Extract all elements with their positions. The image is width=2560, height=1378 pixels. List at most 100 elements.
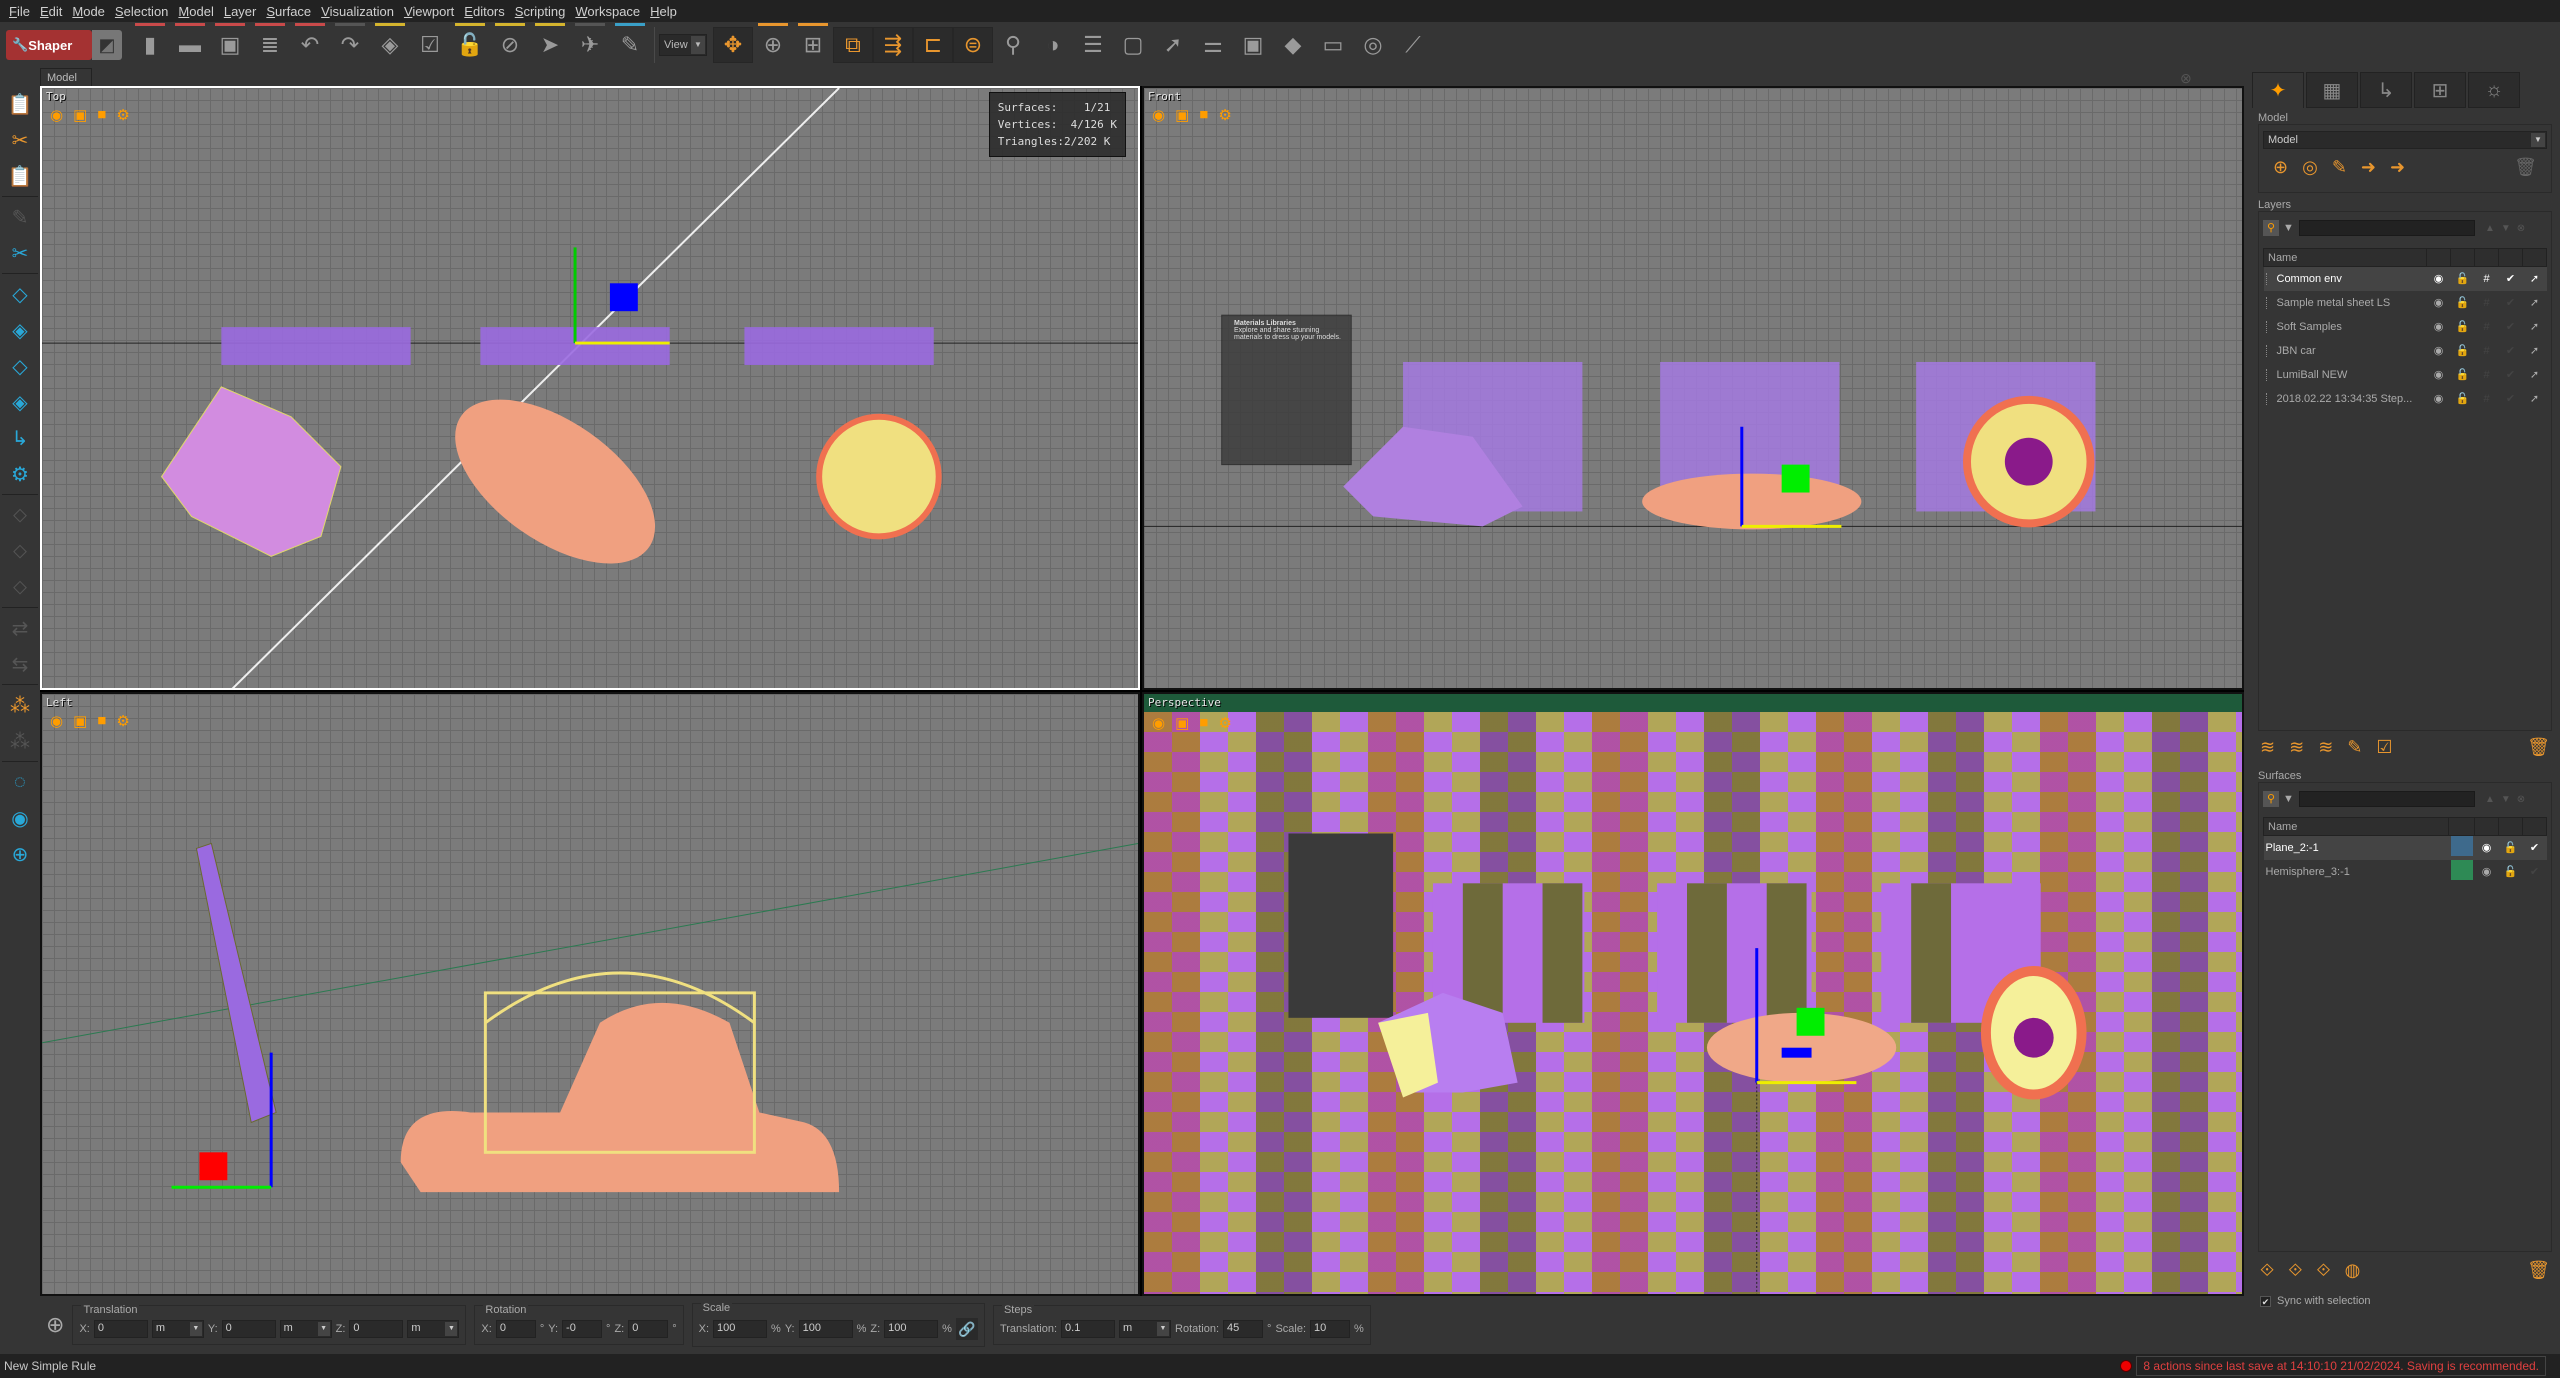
model-select[interactable]: Model ▼	[2263, 131, 2547, 149]
camera-icon[interactable]: ▣	[73, 712, 87, 730]
translation-y-unit[interactable]: m ▼	[279, 1320, 332, 1338]
lock-icon[interactable]: 🔓	[2498, 835, 2523, 860]
trash-icon[interactable]: 🗑	[2514, 157, 2537, 178]
camera-icon[interactable]: ▣	[1175, 714, 1189, 732]
step-scale-input[interactable]: 10	[1310, 1320, 1351, 1338]
hash-icon[interactable]: #	[2475, 339, 2499, 363]
active-check-icon[interactable]: ✔	[2499, 387, 2523, 411]
layer-row[interactable]: 2018.02.22 13:34:35 Step... ◉ 🔓 # ✔ ➚	[2264, 387, 2547, 411]
search-icon[interactable]: ⚲	[2263, 220, 2279, 236]
layer-row[interactable]: JBN car ◉ 🔓 # ✔ ➚	[2264, 339, 2547, 363]
viewport-front[interactable]: Front ◉ ▣ ■ ⚙ Materials Libraries Explore a…	[1142, 86, 2244, 690]
world-transform-icon[interactable]: ⊕	[46, 1312, 64, 1338]
save-as-button[interactable]: ≣	[250, 23, 290, 63]
link-hierarchy-button[interactable]: ⧉	[833, 27, 873, 63]
add-surface-icon[interactable]: ⟐	[2260, 1260, 2274, 1281]
eye-icon[interactable]: ◉	[50, 712, 63, 730]
pointer-button[interactable]: ➤	[530, 23, 570, 63]
flip-normal-icon[interactable]: ◇	[3, 276, 37, 312]
surface-layer-icon[interactable]: ⟐	[2288, 1260, 2302, 1281]
viewport-top[interactable]: Top ◉ ▣ ■ ⚙ Surfaces: 1/21 Vertices: 4/126 …	[40, 86, 1140, 690]
scale-z-input[interactable]: 100	[884, 1320, 939, 1338]
hash-icon[interactable]: #	[2475, 363, 2499, 387]
active-check-icon[interactable]: ✔	[2499, 363, 2523, 387]
menu-edit[interactable]: Edit	[35, 4, 67, 19]
menu-help[interactable]: Help	[645, 4, 682, 19]
surface-color-swatch[interactable]	[2450, 860, 2473, 880]
eye-icon[interactable]: ◉	[2475, 860, 2499, 884]
scale-x-input[interactable]: 100	[713, 1320, 768, 1338]
shaper-mode-button[interactable]: 🔧 Shaper	[6, 30, 92, 60]
add-patch-icon[interactable]: ⬦	[3, 497, 37, 533]
airplane-button[interactable]: ✈	[570, 23, 610, 63]
select-objects-icon[interactable]: ➚	[2523, 315, 2547, 339]
eye-icon[interactable]: ◉	[1152, 714, 1165, 732]
tab-model[interactable]: Model	[40, 68, 92, 86]
filter-icon[interactable]: ▼	[2283, 793, 2295, 805]
cube-icon[interactable]: ■	[97, 106, 106, 124]
deselect-button[interactable]: ⊘	[490, 23, 530, 63]
add-layer-copy-icon[interactable]: ≋	[2318, 737, 2333, 758]
eye-icon[interactable]: ◉	[2427, 315, 2451, 339]
eye-icon[interactable]: ◉	[2474, 835, 2499, 860]
lock-icon[interactable]: 🔓	[2451, 339, 2475, 363]
step-translation-input[interactable]: 0.1	[1061, 1320, 1116, 1338]
edit-layer-icon[interactable]: ✎	[2347, 737, 2362, 758]
tag-button[interactable]: ◆	[1273, 27, 1313, 63]
scale-y-input[interactable]: 100	[798, 1320, 853, 1338]
surface-row[interactable]: Plane_2:-1 ◉ 🔓 ✔	[2263, 835, 2547, 860]
cut-edge-icon[interactable]: ✂	[3, 235, 37, 271]
lock-icon[interactable]: 🔓	[2450, 266, 2475, 291]
random-color-icon[interactable]: ◍	[2345, 1260, 2361, 1281]
close-panel-icon[interactable]: ⊗	[2180, 70, 2192, 87]
check-icon[interactable]: ✔	[2523, 860, 2547, 884]
group-nodes-icon[interactable]: ⁂	[3, 687, 37, 723]
active-check-icon[interactable]: ✔	[2498, 266, 2523, 291]
surfaces-search-input[interactable]	[2299, 791, 2475, 807]
world-axis-button[interactable]: ⊕	[753, 23, 793, 63]
select-objects-icon[interactable]: ➚	[2523, 363, 2547, 387]
hierarchy-axis-button[interactable]: ⊞	[793, 23, 833, 63]
paste-disabled-icon[interactable]: 📋	[3, 158, 37, 194]
remove-patch-icon[interactable]: ⬦	[3, 533, 37, 569]
trash-icon[interactable]: 🗑	[2527, 1260, 2550, 1281]
select-objects-icon[interactable]: ➚	[2522, 266, 2547, 291]
surfaces-nav-arrows[interactable]: ▲▼⊗	[2485, 794, 2531, 805]
active-check-icon[interactable]: ✔	[2499, 291, 2523, 315]
ruler-button[interactable]: ▭	[1313, 27, 1353, 63]
tab-model-organizer[interactable]: ✦	[2252, 72, 2304, 108]
mode-switch-button[interactable]: ◩	[92, 30, 122, 60]
menu-surface[interactable]: Surface	[261, 4, 316, 19]
filter-icon[interactable]: ▼	[2283, 222, 2295, 234]
step-rotation-input[interactable]: 45	[1223, 1320, 1264, 1338]
layer-pin-button[interactable]: ⚲	[993, 27, 1033, 63]
import-model-icon[interactable]: ➜	[2361, 157, 2376, 178]
add-model-icon[interactable]: ⊕	[2273, 157, 2288, 178]
surface-help-icon[interactable]: ⟐	[2316, 1260, 2330, 1281]
select-objects-icon[interactable]: ➚	[2523, 291, 2547, 315]
paste-icon[interactable]: 📋	[3, 86, 37, 122]
cursor-button[interactable]: ➚	[1153, 27, 1193, 63]
translation-z-input[interactable]: 0	[349, 1320, 404, 1338]
rotation-z-input[interactable]: 0	[628, 1320, 669, 1338]
undo-button[interactable]: ↶	[290, 23, 330, 63]
translation-z-unit[interactable]: m ▼	[407, 1320, 460, 1338]
eye-icon[interactable]: ◉	[50, 106, 63, 124]
cube-icon[interactable]: ■	[1199, 106, 1208, 124]
rotation-y-input[interactable]: -0	[562, 1320, 603, 1338]
eye-icon[interactable]: ◉	[2427, 291, 2451, 315]
menu-viewport[interactable]: Viewport	[399, 4, 459, 19]
layer-row[interactable]: Common env ◉ 🔓 # ✔ ➚	[2263, 266, 2547, 291]
merge-icon[interactable]: ⇄	[3, 610, 37, 646]
gizmo-plane-handle[interactable]	[609, 283, 638, 312]
duplicate-model-icon[interactable]: ◎	[2302, 157, 2318, 178]
menu-workspace[interactable]: Workspace	[570, 4, 645, 19]
viewport-left[interactable]: Left ◉ ▣ ■ ⚙	[40, 692, 1140, 1296]
surface-row[interactable]: Hemisphere_3:-1 ◉ 🔓 ✔	[2264, 860, 2547, 884]
open-folder-button[interactable]: ▬	[170, 23, 210, 63]
translation-y-input[interactable]: 0	[221, 1320, 276, 1338]
menu-layer[interactable]: Layer	[219, 4, 262, 19]
orient-settings-icon[interactable]: ⚙	[3, 456, 37, 492]
lock-icon[interactable]: 🔓	[2451, 315, 2475, 339]
menu-selection[interactable]: Selection	[110, 4, 173, 19]
